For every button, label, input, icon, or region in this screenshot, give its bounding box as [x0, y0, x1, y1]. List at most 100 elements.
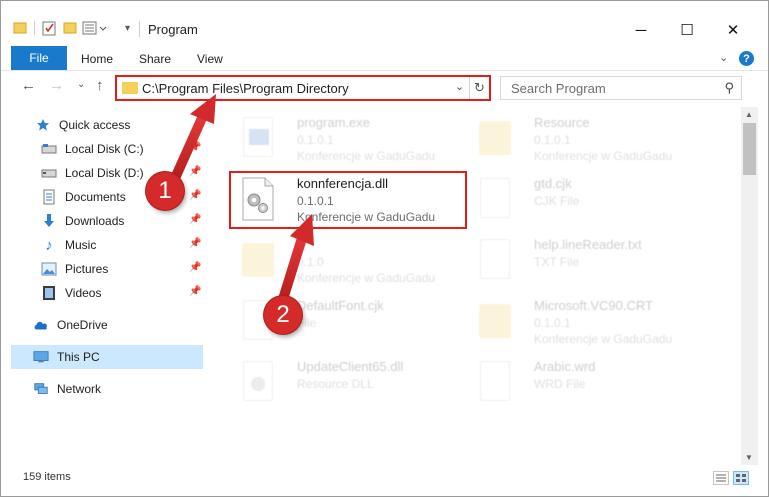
sidebar-item-label: Music: [65, 238, 97, 252]
sidebar-item-network[interactable]: Network: [33, 377, 101, 401]
sidebar-item-music[interactable]: ♪ Music: [41, 233, 96, 257]
properties-icon[interactable]: [42, 21, 58, 37]
recent-locations-icon[interactable]: ⌄: [77, 79, 85, 90]
sidebar-item-label: Pictures: [65, 262, 109, 276]
file-type: CJK File: [534, 194, 580, 208]
status-bar: 159 items: [1, 467, 768, 491]
file-description: Konferencje w GaduGadu: [534, 332, 673, 346]
file-description: Konferencje w GaduGadu: [297, 149, 436, 163]
tab-file[interactable]: File: [11, 46, 67, 70]
help-button[interactable]: ?: [739, 51, 754, 66]
music-icon: ♪: [45, 236, 53, 254]
file-item[interactable]: UpdateClient65.dll Resource DLL: [231, 351, 481, 413]
file-item[interactable]: Microsoft.VC90.CRT 0.1.0.1 Konferencje w…: [468, 290, 718, 352]
sidebar-item-label: Local Disk (D:): [65, 166, 144, 180]
sidebar-item-local-disk-c[interactable]: Local Disk (C:): [41, 137, 144, 161]
scroll-thumb[interactable]: [743, 123, 756, 175]
sidebar-item-label: OneDrive: [57, 318, 108, 332]
vertical-scrollbar[interactable]: ▲ ▼: [741, 107, 758, 465]
file-name: gtd.cjk: [534, 176, 572, 191]
ribbon-tabs: File Home Share View ⌄ ?: [1, 45, 768, 71]
sidebar-item-quick-access[interactable]: Quick access: [35, 113, 130, 137]
sidebar-item-this-pc[interactable]: This PC: [33, 345, 100, 369]
file-item[interactable]: w 0.1.0 Konferencje w GaduGadu: [231, 229, 481, 291]
file-name: DefaultFont.cjk: [297, 298, 384, 313]
computer-icon: [33, 349, 49, 365]
file-version: 0.1.0.1: [297, 133, 334, 147]
sidebar-item-pictures[interactable]: Pictures: [41, 257, 108, 281]
file-name: Microsoft.VC90.CRT: [534, 298, 653, 313]
sidebar-item-local-disk-d[interactable]: Local Disk (D:): [41, 161, 144, 185]
large-icons-view-icon[interactable]: [733, 471, 749, 485]
pin-icon[interactable]: 📌: [189, 142, 201, 153]
sidebar-item-documents[interactable]: Documents: [41, 185, 126, 209]
up-arrow-icon[interactable]: ↑: [96, 77, 104, 94]
expand-ribbon-icon[interactable]: ⌄: [719, 51, 728, 64]
sidebar-item-onedrive[interactable]: OneDrive: [33, 313, 108, 337]
minimize-button[interactable]: ─: [618, 16, 664, 44]
folder-icon: [122, 82, 138, 94]
file-item[interactable]: Arabic.wrd WRD File: [468, 351, 718, 413]
file-description: Konferencje w GaduGadu: [534, 149, 673, 163]
file-type: Resource DLL: [297, 377, 374, 391]
window-title: Program: [148, 22, 198, 37]
explorer-window: ▾ Program ─ ☐ ✕ File Home Share View ⌄ ?…: [0, 0, 769, 497]
search-input[interactable]: Search Program ⚲: [500, 76, 742, 100]
exe-icon: [239, 115, 277, 161]
file-name: help.lineReader.txt: [534, 237, 642, 252]
callout-1: 1: [146, 172, 184, 210]
pin-icon[interactable]: 📌: [189, 166, 201, 177]
callout-2: 2: [264, 296, 302, 334]
sidebar-item-videos[interactable]: Videos: [41, 281, 101, 305]
refresh-icon[interactable]: ↻: [469, 77, 489, 99]
file-item[interactable]: help.lineReader.txt TXT File: [468, 229, 718, 291]
file-name: w: [297, 237, 307, 252]
details-view-icon[interactable]: [713, 471, 729, 485]
scroll-up-icon[interactable]: ▲: [745, 110, 753, 119]
folder-icon: [476, 115, 514, 161]
maximize-button[interactable]: ☐: [664, 16, 710, 44]
address-path[interactable]: C:\Program Files\Program Directory: [142, 81, 349, 96]
sidebar-item-label: Local Disk (C:): [65, 142, 144, 156]
dll-gear-icon: [239, 359, 277, 405]
file-type: TXT File: [534, 255, 580, 269]
drive-icon: [41, 165, 57, 181]
tab-share[interactable]: Share: [139, 52, 171, 66]
videos-icon: [41, 285, 57, 301]
close-button[interactable]: ✕: [710, 16, 756, 44]
star-icon: [35, 117, 51, 133]
sidebar-item-label: Downloads: [65, 214, 125, 228]
customize-quick-access-icon[interactable]: ▾: [125, 23, 130, 34]
file-name: UpdateClient65.dll: [297, 359, 404, 374]
navigation-pane: Quick access Local Disk (C:) 📌 Local Dis…: [1, 107, 209, 465]
back-arrow-icon[interactable]: ←: [21, 77, 36, 94]
pin-icon[interactable]: 📌: [189, 214, 201, 225]
download-icon: [41, 213, 57, 229]
document-icon: [476, 237, 514, 283]
view-menu-icon[interactable]: [82, 21, 112, 37]
file-item[interactable]: Resource 0.1.0.1 Konferencje w GaduGadu: [468, 107, 718, 169]
document-icon: [476, 176, 514, 222]
file-item[interactable]: program.exe 0.1.0.1 Konferencje w GaduGa…: [231, 107, 481, 169]
pin-icon[interactable]: 📌: [189, 238, 201, 249]
cloud-icon: [33, 317, 49, 333]
new-folder-icon[interactable]: [63, 21, 79, 37]
forward-arrow-icon[interactable]: →: [49, 77, 64, 94]
file-item[interactable]: gtd.cjk CJK File: [468, 168, 718, 230]
file-description: Konferencje w GaduGadu: [297, 271, 436, 285]
tab-home[interactable]: Home: [81, 52, 113, 66]
tab-view[interactable]: View: [197, 52, 223, 66]
pin-icon[interactable]: 📌: [189, 286, 201, 297]
address-bar[interactable]: C:\Program Files\Program Directory ⌄ ↻: [115, 75, 491, 101]
search-icon[interactable]: ⚲: [724, 80, 734, 96]
navigation-row: ← → ⌄ ↑ C:\Program Files\Program Directo…: [1, 73, 768, 103]
address-dropdown-icon[interactable]: ⌄: [455, 80, 464, 93]
sidebar-item-downloads[interactable]: Downloads: [41, 209, 124, 233]
drive-icon: [41, 141, 57, 157]
scroll-down-icon[interactable]: ▼: [745, 453, 753, 462]
file-type: WRD File: [534, 377, 586, 391]
pin-icon[interactable]: 📌: [189, 190, 201, 201]
sidebar-item-label: Network: [57, 382, 102, 396]
documents-icon: [41, 189, 57, 205]
pin-icon[interactable]: 📌: [189, 262, 201, 273]
